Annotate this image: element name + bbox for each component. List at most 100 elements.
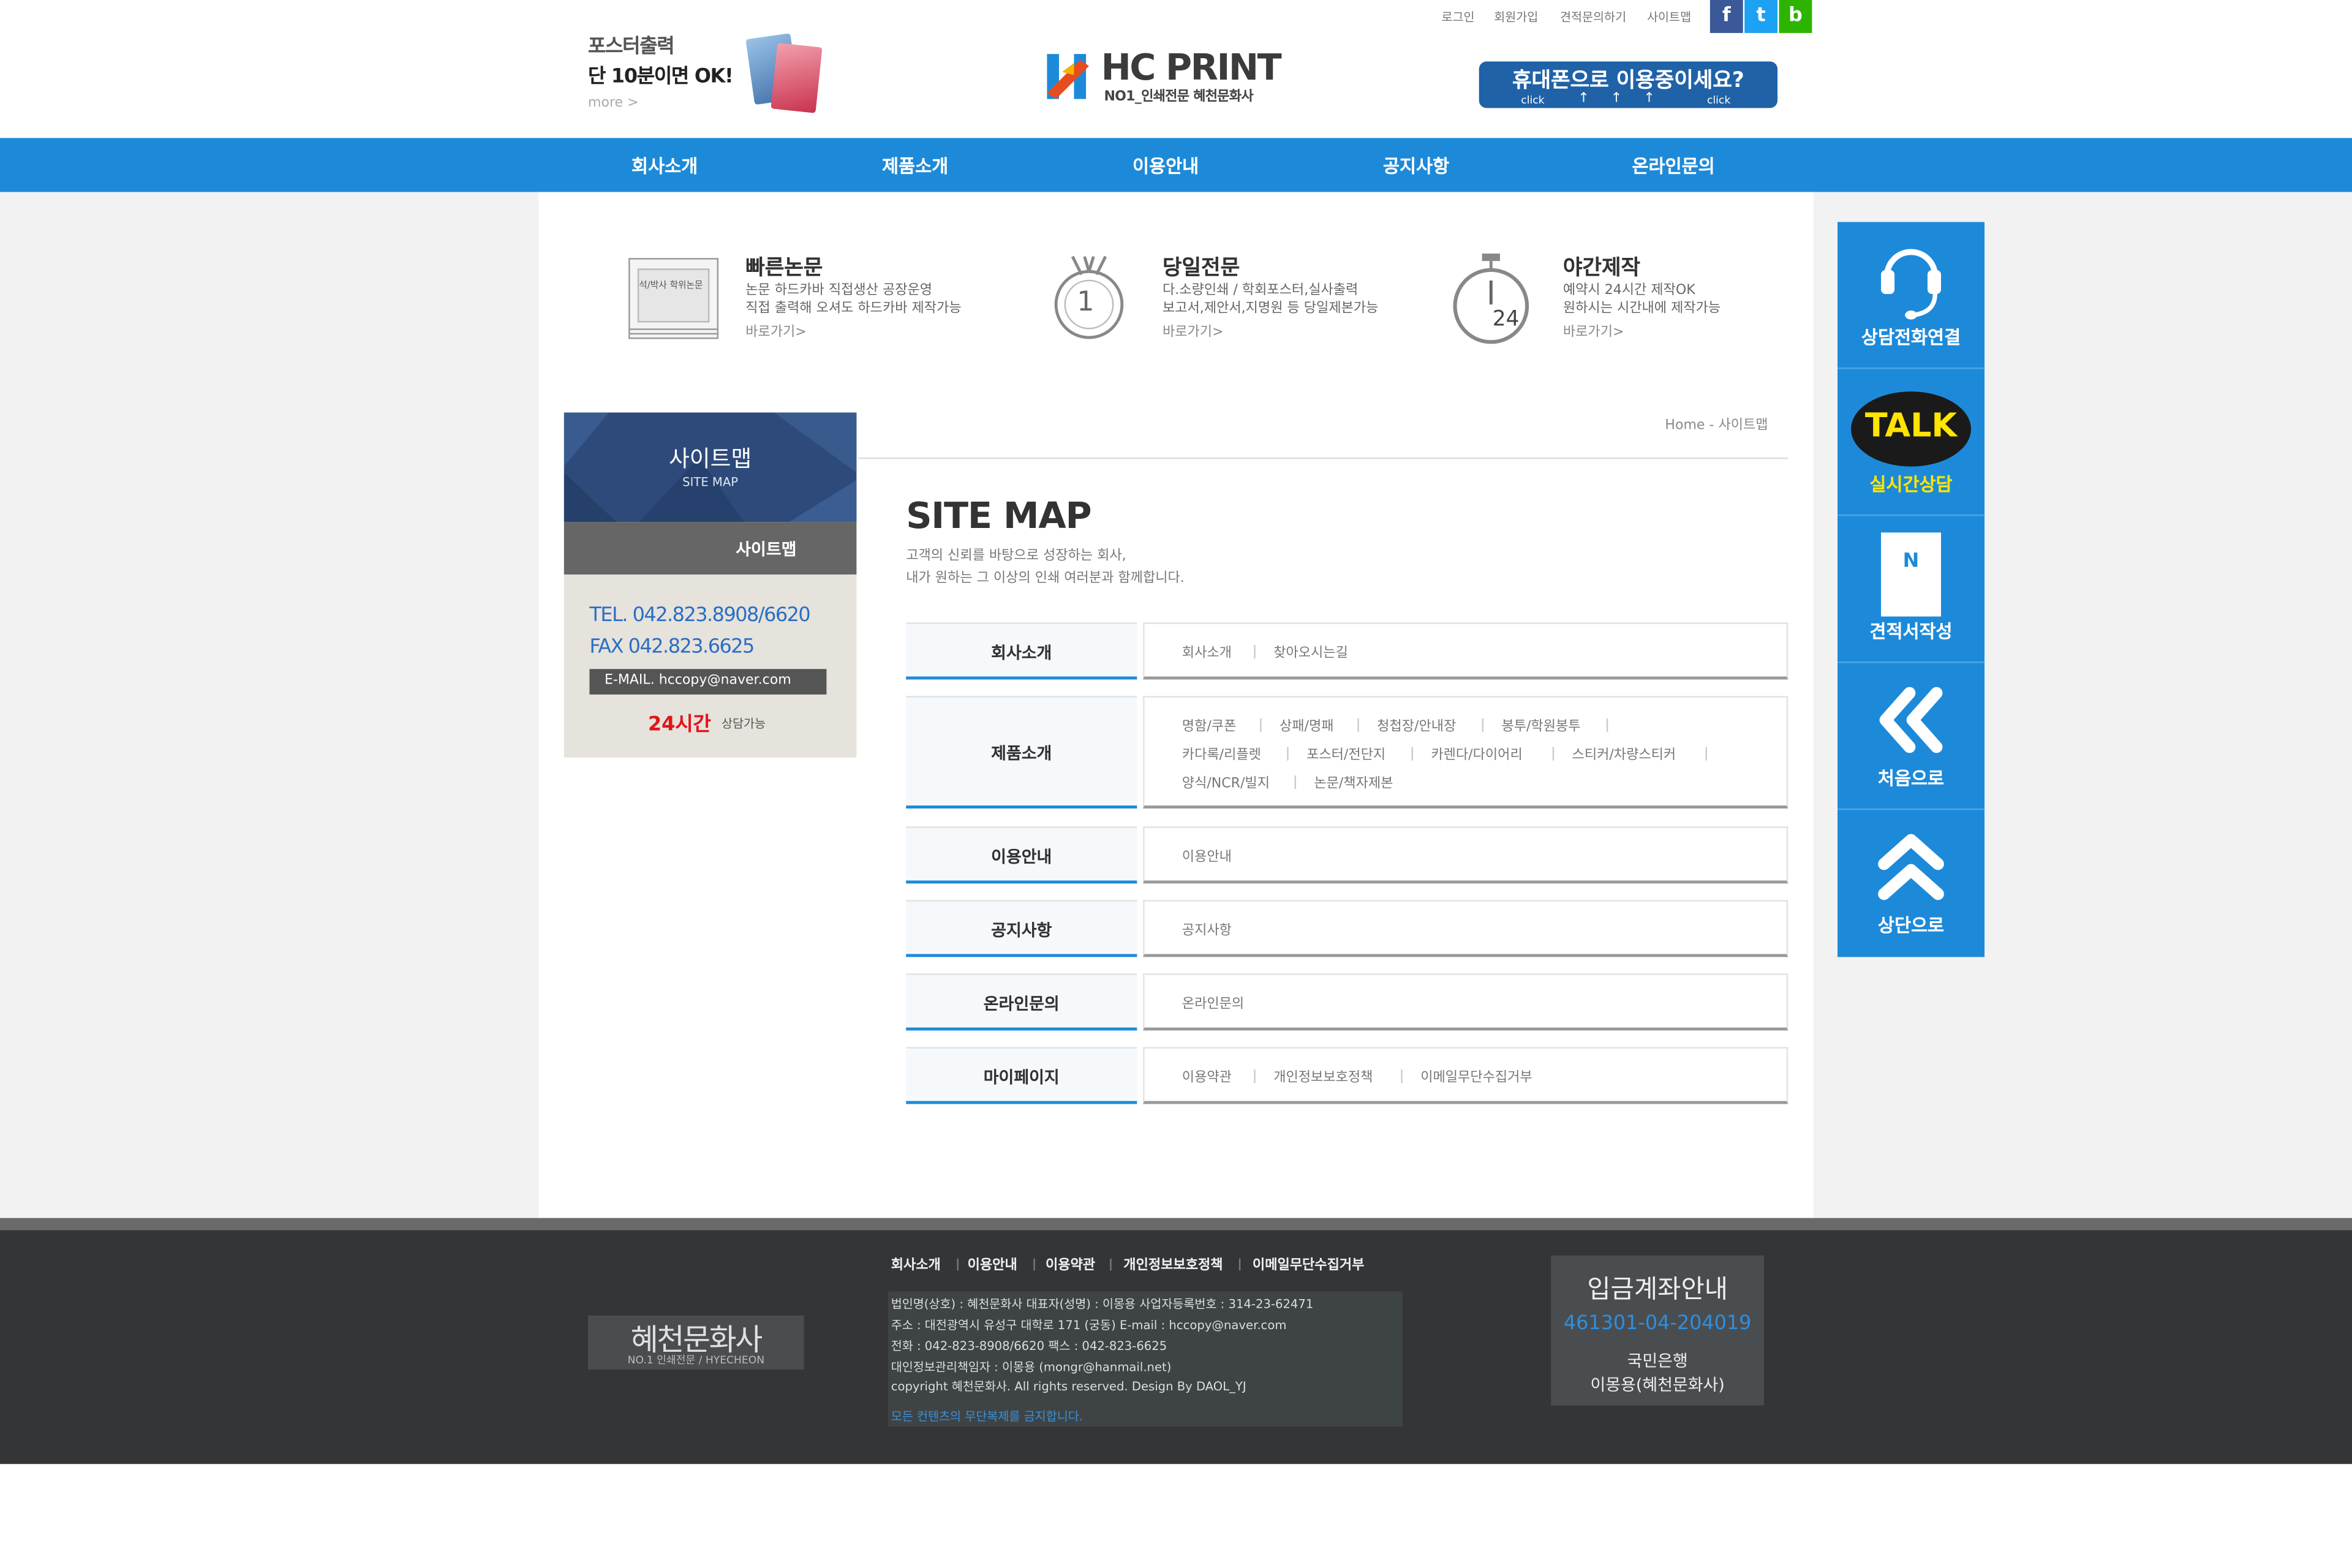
- footer-notice: 모든 컨텐츠의 무단복제를 금지합니다.: [891, 1410, 1084, 1424]
- sitemap-category-mypage[interactable]: 마이페이지: [906, 1047, 1137, 1104]
- promo-line1: 포스터출력: [588, 36, 675, 59]
- sitemap-category-notice[interactable]: 공지사항: [906, 900, 1137, 957]
- sidebar-header: 사이트맵 SITE MAP: [564, 412, 857, 522]
- nav-item-notice[interactable]: 공지사항: [1383, 153, 1449, 179]
- footer-link-terms[interactable]: 이용약관: [1046, 1254, 1095, 1273]
- category-label: 이용안내: [991, 847, 1052, 867]
- document-icon: N: [1881, 532, 1942, 617]
- sitemap-link[interactable]: 찾아오시는길: [1273, 642, 1348, 662]
- promo-banner[interactable]: 포스터출력 단 10분이면 OK! more >: [588, 33, 828, 117]
- footer-info: 법인명(상호) : 혜천문화사 대표자(성명) : 이몽용 사업자등록번호 : …: [888, 1291, 1403, 1427]
- click-label: click: [1706, 94, 1731, 107]
- quick-menu: 상담전화연결 TALK 실시간상담 N 견적서작성 처음으로 상단으로: [1838, 222, 1985, 957]
- util-link-estimate[interactable]: 견적문의하기: [1560, 9, 1626, 26]
- sitemap-link[interactable]: 스티커/차량스티커: [1572, 744, 1676, 763]
- footer-link-noemail[interactable]: 이메일무단수집거부: [1253, 1254, 1365, 1273]
- sitemap-category-guide[interactable]: 이용안내: [906, 826, 1137, 884]
- document-icon-text: N: [1902, 550, 1920, 573]
- stopwatch-number: 24: [1492, 307, 1520, 332]
- sitemap-link[interactable]: 청첩장/안내장: [1377, 715, 1456, 735]
- category-label: 회사소개: [991, 643, 1052, 663]
- separator: [1287, 747, 1289, 761]
- quick-item-home[interactable]: 처음으로: [1838, 663, 1985, 810]
- sitemap-link[interactable]: 포스터/전단지: [1306, 744, 1385, 763]
- sitemap-link[interactable]: 개인정보보호정책: [1273, 1066, 1373, 1086]
- quick-item-label: 상단으로: [1877, 914, 1945, 937]
- sitemap-link[interactable]: 카렌다/다이어리: [1431, 744, 1522, 763]
- footer-link-company[interactable]: 회사소개: [891, 1254, 941, 1273]
- separator: [1705, 747, 1707, 761]
- separator: [1260, 718, 1262, 733]
- quick-item-label: 상담전화연결: [1861, 326, 1961, 349]
- main-nav: 회사소개 제품소개 이용안내 공지사항 온라인문의: [0, 138, 2352, 192]
- separator: [1294, 775, 1296, 790]
- logo-name[interactable]: HC PRINT: [1101, 48, 1282, 87]
- footer-link-privacy[interactable]: 개인정보보호정책: [1123, 1254, 1223, 1273]
- quick-item-estimate[interactable]: N 견적서작성: [1838, 516, 1985, 663]
- sitemap-link[interactable]: 봉투/학원봉투: [1501, 715, 1580, 735]
- feature-link[interactable]: 바로가기>: [745, 321, 807, 340]
- sitemap-link[interactable]: 명함/쿠폰: [1182, 715, 1237, 735]
- quick-item-label: 견적서작성: [1869, 620, 1953, 643]
- feature-link[interactable]: 바로가기>: [1563, 321, 1624, 340]
- thumb-label: 석/박사 학위논문: [639, 280, 703, 292]
- sidebar-item-sitemap[interactable]: 사이트맵: [564, 522, 857, 575]
- separator: [957, 1258, 959, 1271]
- category-label: 마이페이지: [983, 1068, 1060, 1088]
- promo-more-link[interactable]: more >: [588, 96, 639, 111]
- category-label: 공지사항: [991, 921, 1052, 941]
- logo-tagline: NO1_인쇄전문 혜천문화사: [1104, 89, 1253, 105]
- nav-item-products[interactable]: 제품소개: [882, 153, 948, 179]
- separator: [1357, 718, 1359, 733]
- sitemap-link[interactable]: 공지사항: [1182, 919, 1232, 939]
- bank-title: 입금계좌안내: [1587, 1275, 1728, 1305]
- quick-item-top[interactable]: 상단으로: [1838, 810, 1985, 956]
- feature-desc-line1: 다.소량인쇄 / 학회포스터,실사출력: [1162, 283, 1359, 299]
- sitemap-link[interactable]: 이메일무단수집거부: [1420, 1066, 1532, 1086]
- footer-link-guide[interactable]: 이용안내: [968, 1254, 1017, 1273]
- quick-item-phone[interactable]: 상담전화연결: [1838, 222, 1985, 369]
- util-link-join[interactable]: 회원가입: [1494, 9, 1538, 26]
- bank-name: 국민은행: [1627, 1351, 1688, 1371]
- separator: [1254, 1069, 1256, 1084]
- sitemap-link[interactable]: 회사소개: [1182, 642, 1232, 662]
- sitemap-link[interactable]: 이용약관: [1182, 1066, 1232, 1086]
- medal-number: 1: [1077, 286, 1095, 318]
- sitemap-link[interactable]: 온라인문의: [1182, 993, 1244, 1012]
- blog-icon[interactable]: b: [1779, 0, 1812, 33]
- sitemap-links: 공지사항: [1143, 900, 1789, 957]
- separator: [1254, 645, 1256, 659]
- sitemap-links: 명함/쿠폰 상패/명패 청첩장/안내장 봉투/학원봉투 카다록/리플렛 포스터/…: [1143, 696, 1789, 809]
- separator: [1110, 1258, 1112, 1271]
- facebook-icon[interactable]: f: [1709, 0, 1743, 33]
- footer-info-line: 법인명(상호) : 혜천문화사 대표자(성명) : 이몽용 사업자등록번호 : …: [891, 1297, 1314, 1311]
- promo-line2: 단 10분이면 OK!: [588, 66, 734, 89]
- sitemap-category-company[interactable]: 회사소개: [906, 622, 1137, 680]
- nav-item-inquiry[interactable]: 온라인문의: [1632, 153, 1715, 179]
- feature-link[interactable]: 바로가기>: [1163, 321, 1224, 340]
- double-chevron-left-icon: [1879, 687, 1943, 753]
- separator: [1411, 747, 1413, 761]
- quick-item-label: 처음으로: [1877, 767, 1945, 790]
- footer-info-line: 전화 : 042-823-8908/6620 팩스 : 042-823-6625: [891, 1339, 1167, 1353]
- sitemap-link[interactable]: 상패/명패: [1280, 715, 1334, 735]
- nav-item-guide[interactable]: 이용안내: [1133, 153, 1199, 179]
- sitemap-category-inquiry[interactable]: 온라인문의: [906, 973, 1137, 1031]
- quick-item-kakao[interactable]: TALK 실시간상담: [1838, 369, 1985, 516]
- util-link-login[interactable]: 로그인: [1441, 9, 1474, 26]
- double-chevron-up-icon: [1878, 834, 1944, 900]
- sitemap-link[interactable]: 양식/NCR/빌지: [1182, 772, 1270, 792]
- footer-logo: 혜천문화사 NO.1 인쇄전문 / HYECHEON: [588, 1315, 804, 1370]
- sitemap-link[interactable]: 이용안내: [1182, 846, 1232, 865]
- nav-item-company[interactable]: 회사소개: [631, 153, 698, 179]
- mobile-banner[interactable]: 휴대폰으로 이용중이세요? click ↑ ↑ ↑ click: [1479, 61, 1778, 108]
- util-link-sitemap[interactable]: 사이트맵: [1647, 9, 1691, 26]
- sitemap-category-products[interactable]: 제품소개: [906, 696, 1137, 809]
- feature-title: 야간제작: [1562, 256, 1641, 281]
- sidebar-contact-box: TEL. 042.823.8908/6620 FAX 042.823.6625 …: [564, 574, 857, 758]
- click-label: click: [1521, 94, 1545, 107]
- twitter-icon[interactable]: t: [1744, 0, 1778, 33]
- sitemap-link[interactable]: 논문/책자제본: [1314, 772, 1393, 792]
- headset-icon: [1881, 249, 1942, 320]
- sitemap-link[interactable]: 카다록/리플렛: [1182, 744, 1261, 763]
